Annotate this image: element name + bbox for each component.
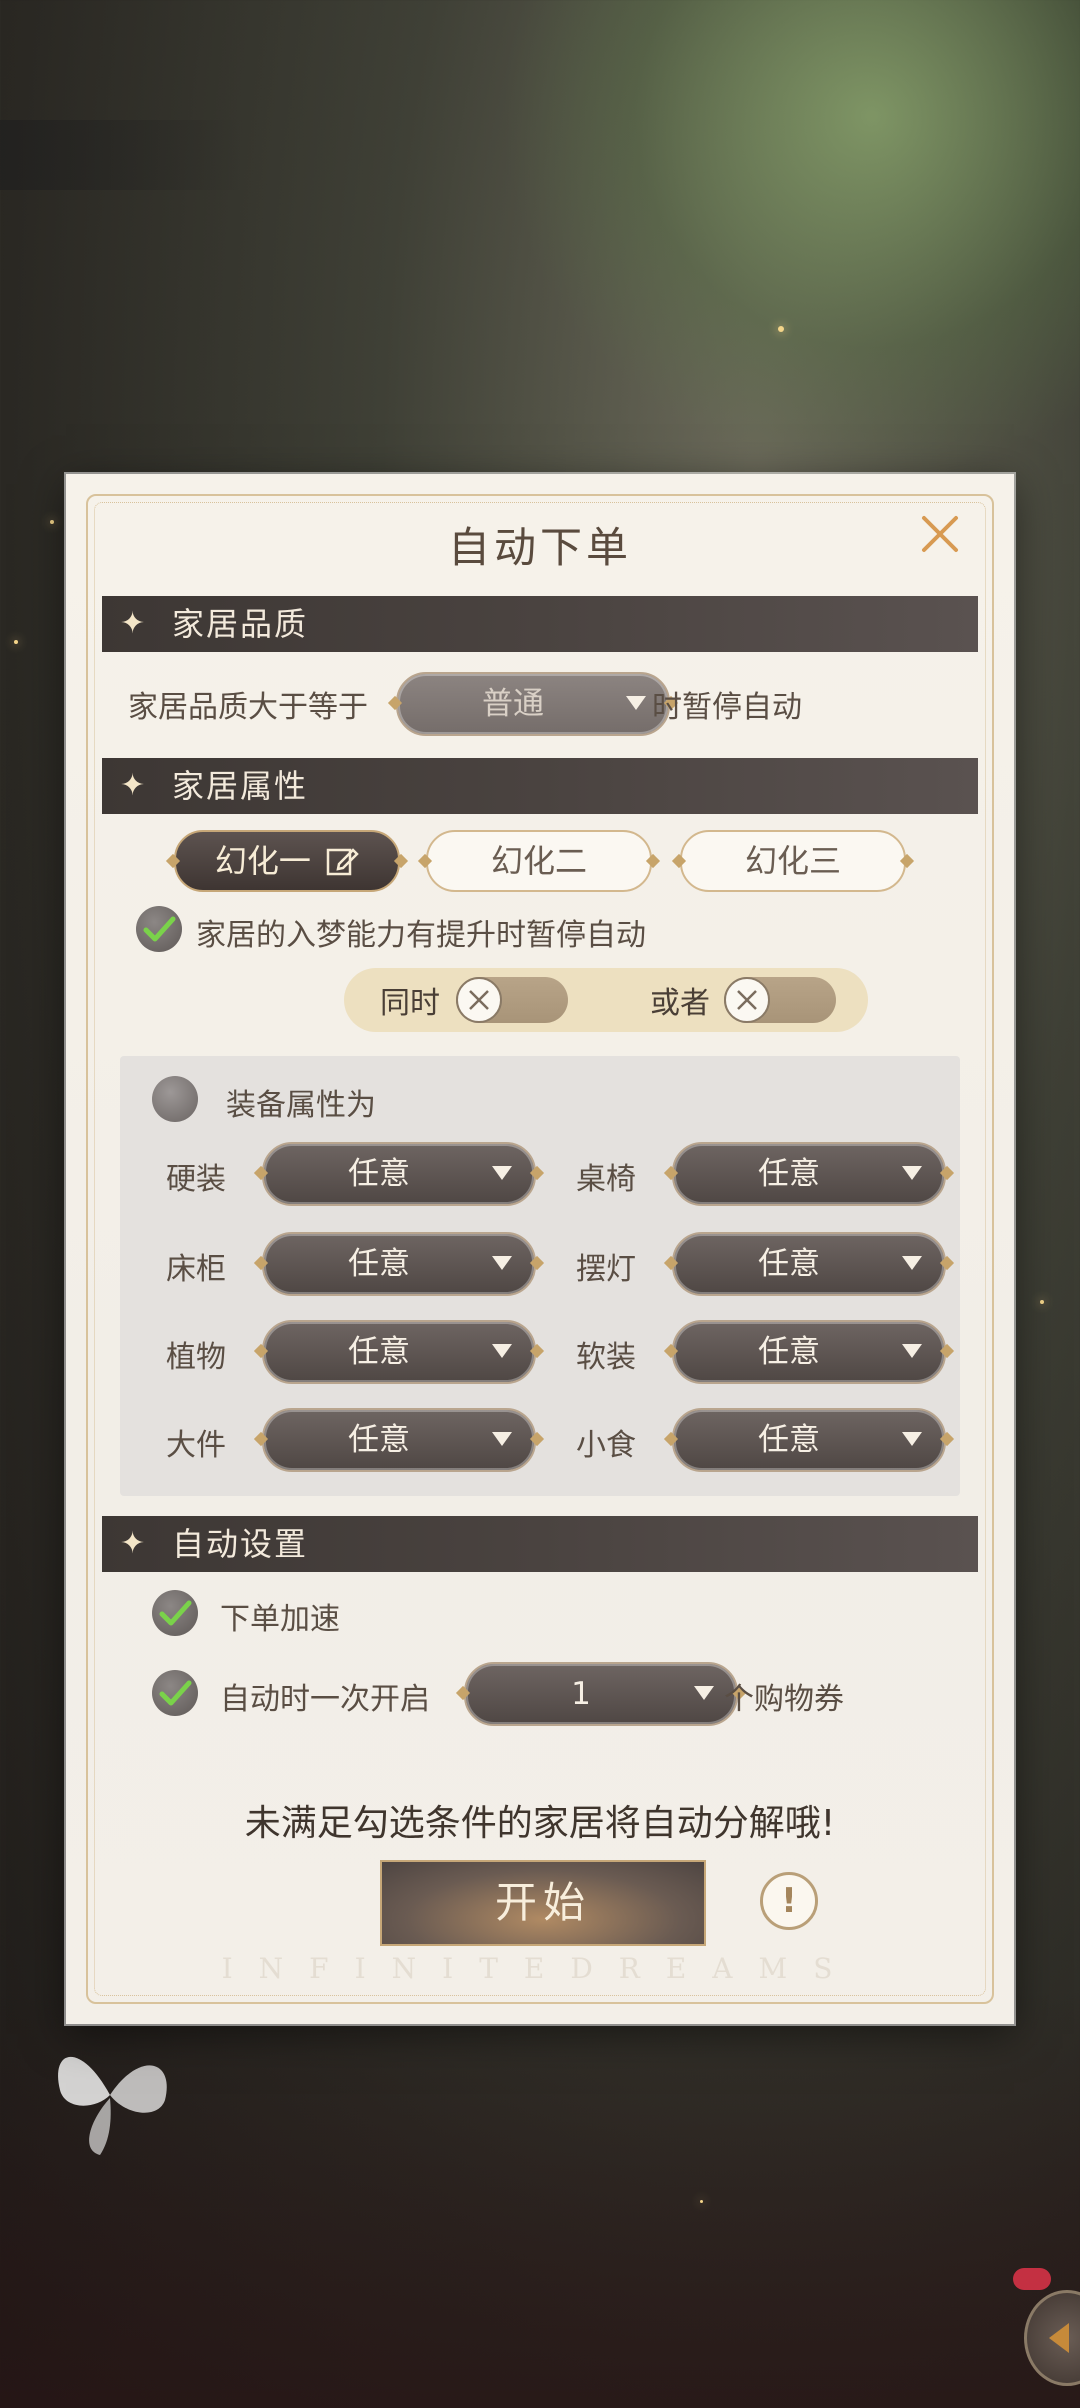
open-prefix: 自动时一次开启: [220, 1682, 430, 1717]
quality-suffix: 时暂停自动: [652, 690, 802, 725]
toggle-same-label: 同时: [380, 986, 440, 1021]
chevron-down-icon: [492, 1166, 512, 1180]
chevron-down-icon: [902, 1256, 922, 1270]
chevron-down-icon: [902, 1166, 922, 1180]
sparkle-icon: [50, 520, 54, 524]
quality-dropdown[interactable]: 普通: [387, 672, 679, 736]
speed-checkbox[interactable]: [152, 1590, 198, 1636]
equip-attributes-panel: 装备属性为 硬装 任意 桌椅 任意 床柜 任意 摆灯 任意 植物 任意 软装 任…: [120, 1056, 960, 1496]
x-icon: [737, 990, 757, 1010]
section-auto-header: ✦ 自动设置: [102, 1516, 978, 1572]
equip-label-table: 桌椅: [576, 1162, 636, 1197]
notification-badge: [1013, 2268, 1051, 2290]
star-icon: ✦: [120, 768, 148, 803]
tab-transform-1[interactable]: 幻化一: [165, 830, 409, 892]
chevron-down-icon: [626, 696, 646, 710]
decompose-hint: 未满足勾选条件的家居将自动分解哦!: [244, 1803, 836, 1844]
equip-dropdown-large[interactable]: 任意: [253, 1408, 545, 1472]
brand-watermark: INFINITEDREAMS: [221, 1952, 859, 1985]
section-attributes-header: ✦ 家居属性: [102, 758, 978, 814]
x-icon: [469, 990, 489, 1010]
background-bar: [0, 120, 250, 190]
dream-pause-label: 家居的入梦能力有提升时暂停自动: [196, 918, 646, 953]
close-icon[interactable]: [916, 510, 964, 558]
equip-dropdown-snack[interactable]: 任意: [663, 1408, 955, 1472]
equip-dropdown-lamp[interactable]: 任意: [663, 1232, 955, 1296]
equip-attributes-checkbox[interactable]: [152, 1076, 198, 1122]
edit-icon[interactable]: [325, 844, 359, 878]
toggle-or-label: 或者: [650, 986, 710, 1021]
dream-pause-checkbox[interactable]: [136, 906, 182, 952]
tab-transform-2[interactable]: 幻化二: [417, 830, 661, 892]
equip-label-bed: 床柜: [166, 1252, 226, 1287]
dialog-title: 自动下单: [447, 523, 632, 572]
chevron-down-icon: [694, 1686, 714, 1700]
equip-label-lamp: 摆灯: [576, 1252, 636, 1287]
equip-label-plant: 植物: [166, 1340, 226, 1375]
start-button[interactable]: 开始: [380, 1860, 706, 1946]
quality-prefix: 家居品质大于等于: [128, 690, 368, 725]
sparkle-icon: [14, 640, 18, 644]
open-checkbox[interactable]: [152, 1670, 198, 1716]
checkmark-icon: [159, 1600, 192, 1626]
chevron-down-icon: [492, 1256, 512, 1270]
equip-dropdown-soft[interactable]: 任意: [663, 1320, 955, 1384]
coupon-count-dropdown[interactable]: 1: [455, 1662, 747, 1726]
star-icon: ✦: [120, 606, 148, 641]
checkmark-icon: [143, 916, 176, 942]
checkmark-icon: [159, 1680, 192, 1706]
equip-label-soft: 软装: [576, 1340, 636, 1375]
chevron-down-icon: [492, 1432, 512, 1446]
sparkle-icon: [1040, 1300, 1044, 1304]
chevron-down-icon: [902, 1344, 922, 1358]
equip-label-hard: 硬装: [166, 1162, 226, 1197]
equip-label-large: 大件: [166, 1428, 226, 1463]
tab-transform-3[interactable]: 幻化三: [671, 830, 915, 892]
auto-order-dialog: 自动下单 ✦ 家居品质 家居品质大于等于 普通 时暂停自动 ✦ 家居属性 幻化一…: [66, 474, 1014, 2024]
equip-attributes-label: 装备属性为: [226, 1088, 376, 1123]
open-suffix: 个购物券: [724, 1682, 844, 1717]
background-foliage: [500, 0, 1080, 480]
chevron-down-icon: [492, 1344, 512, 1358]
toggle-or[interactable]: [724, 977, 836, 1023]
equip-label-snack: 小食: [576, 1428, 636, 1463]
toggle-same[interactable]: [456, 977, 568, 1023]
info-icon[interactable]: !: [760, 1872, 818, 1930]
equip-dropdown-bed[interactable]: 任意: [253, 1232, 545, 1296]
condition-toggle-group: 同时 或者: [344, 968, 868, 1032]
equip-dropdown-plant[interactable]: 任意: [253, 1320, 545, 1384]
speed-label: 下单加速: [220, 1602, 340, 1637]
section-quality-header: ✦ 家居品质: [102, 596, 978, 652]
chevron-down-icon: [902, 1432, 922, 1446]
sparkle-icon: [700, 2200, 703, 2203]
sparkle-icon: [778, 326, 784, 332]
equip-dropdown-table[interactable]: 任意: [663, 1142, 955, 1206]
star-icon: ✦: [120, 1526, 148, 1561]
butterfly-icon: [58, 2056, 167, 2155]
equip-dropdown-hard[interactable]: 任意: [253, 1142, 545, 1206]
